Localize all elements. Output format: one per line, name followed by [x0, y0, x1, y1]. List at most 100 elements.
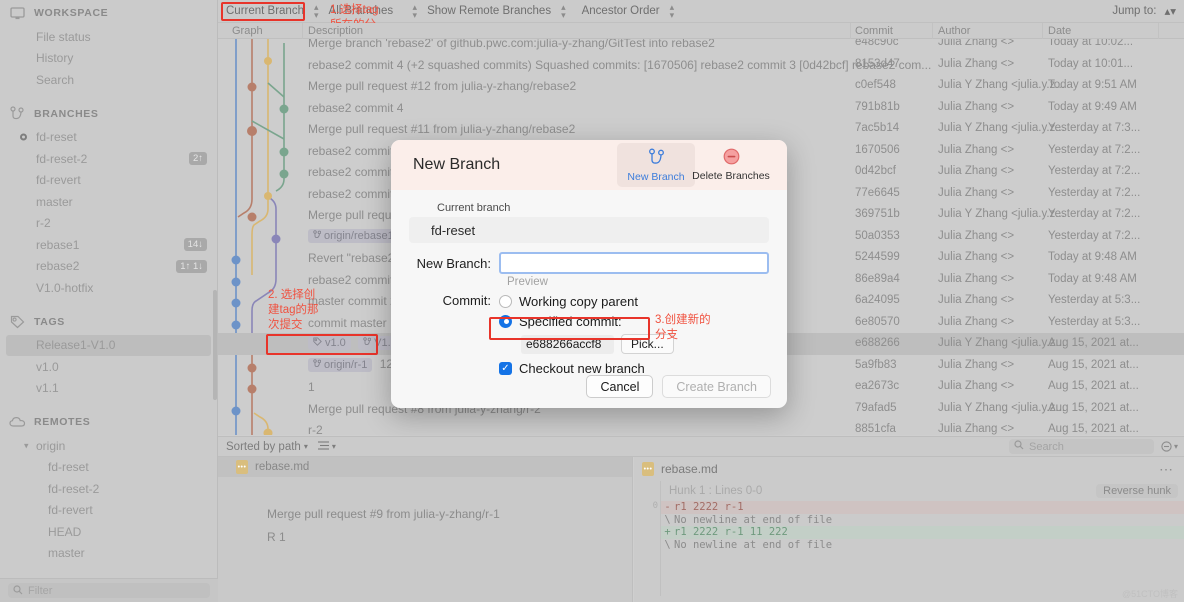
current-branch-value: fd-reset: [409, 217, 769, 243]
sidebar-item-label: v1.1: [36, 381, 59, 396]
sidebar-item-master[interactable]: master: [0, 191, 217, 213]
sidebar-item-label: master: [36, 194, 73, 209]
commit-author: Julia Zhang <>: [938, 251, 1015, 263]
sidebar-item-rebase1[interactable]: rebase1 14↓: [0, 234, 217, 256]
more-options-icon[interactable]: ⋯: [1159, 461, 1174, 478]
table-row[interactable]: rebase2 commit 4 791b81b Julia Zhang <> …: [218, 97, 1184, 119]
list-item[interactable]: ••• rebase.md: [218, 457, 632, 477]
ref-badge-tag[interactable]: v1.0: [308, 335, 351, 350]
diff-file-header: ••• rebase.md ⋯: [634, 457, 1184, 481]
commit-hash: e48c90c: [855, 39, 899, 48]
table-row[interactable]: Merge pull request #11 from julia-y-zhan…: [218, 118, 1184, 140]
column-divider[interactable]: [302, 23, 303, 39]
commit-description: commit master: [308, 316, 387, 330]
sidebar-item-origin-head[interactable]: HEAD: [0, 521, 217, 543]
table-row[interactable]: Merge pull request #12 from julia-y-zhan…: [218, 75, 1184, 97]
ref-label: origin/rebase1: [324, 229, 394, 242]
options-icon[interactable]: ▾: [1161, 441, 1178, 452]
column-header-date[interactable]: Date: [1048, 25, 1071, 37]
radio-specified-commit[interactable]: Specified commit:: [499, 311, 674, 331]
commit-hash: 6e80570: [855, 316, 900, 328]
search-input[interactable]: Search: [1008, 439, 1154, 454]
column-divider[interactable]: [850, 23, 851, 39]
table-row[interactable]: r-2 8851cfa Julia Zhang <> Aug 15, 2021 …: [218, 419, 1184, 435]
sidebar-item-v11[interactable]: v1.1: [0, 378, 217, 400]
sidebar-item-history[interactable]: History: [0, 48, 217, 70]
column-header-graph[interactable]: Graph: [232, 25, 263, 37]
tag-icon: [8, 313, 26, 331]
sidebar-item-origin-master[interactable]: master: [0, 543, 217, 565]
radio-working-copy-parent[interactable]: Working copy parent: [499, 291, 674, 311]
filter-placeholder: Filter: [28, 584, 53, 597]
column-divider[interactable]: [932, 23, 933, 39]
monitor-icon: [8, 4, 26, 22]
commit-description: rebase2 commit 4: [308, 101, 404, 115]
sidebar-item-rebase2[interactable]: rebase2 1↑ 1↓: [0, 256, 217, 278]
commit-date: Yesterday at 7:2...: [1048, 144, 1141, 156]
column-divider[interactable]: [1042, 23, 1043, 39]
create-branch-button[interactable]: Create Branch: [662, 375, 771, 398]
sidebar-item-fd-reset[interactable]: fd-reset: [0, 127, 217, 149]
markdown-file-icon: •••: [236, 460, 248, 474]
commit-date: Yesterday at 5:3...: [1048, 294, 1141, 306]
commit-date: Aug 15, 2021 at...: [1048, 337, 1139, 349]
commit-date: Yesterday at 7:2...: [1048, 165, 1141, 177]
file-list-pane[interactable]: ••• rebase.md Merge pull request #9 from…: [218, 457, 633, 602]
sidebar-item-label: fd-revert: [48, 503, 93, 518]
checkout-new-branch-row[interactable]: ✓ Checkout new branch: [499, 361, 674, 376]
sort-controls: Sorted by path ▾ ▾: [218, 441, 336, 453]
sidebar-filter-bar[interactable]: Filter: [0, 578, 218, 602]
commit-hash: 369751b: [855, 208, 900, 220]
chevron-updown-icon: ▴▾: [669, 2, 675, 20]
dropdown-current-branch[interactable]: Current Branch: [218, 1, 314, 21]
new-branch-input[interactable]: [499, 252, 769, 274]
diff-line-added: + r1 2222 r-1 11 222: [661, 526, 1184, 539]
column-divider[interactable]: [1158, 23, 1159, 39]
table-row[interactable]: rebase2 commit 4 (+2 squashed commits) S…: [218, 54, 1184, 76]
branch-icon: [313, 230, 322, 242]
commit-hash: 8153d47: [855, 58, 900, 70]
commit-author: Julia Y Zhang <julia.y.z...: [938, 402, 1065, 414]
specified-commit-input[interactable]: e688266accf8: [521, 334, 614, 354]
commit-hash: 5244599: [855, 251, 900, 263]
sidebar-item-origin-fd-revert[interactable]: fd-revert: [0, 500, 217, 522]
tab-label: New Branch: [627, 170, 685, 183]
sort-dropdown[interactable]: Sorted by path ▾: [226, 441, 308, 453]
sidebar-item-origin-fd-reset[interactable]: fd-reset: [0, 457, 217, 479]
tab-delete-branches[interactable]: Delete Branches: [683, 143, 779, 187]
filter-input-wrapper[interactable]: Filter: [8, 583, 210, 598]
sidebar-scrollbar[interactable]: [213, 290, 217, 400]
table-row[interactable]: Merge branch 'rebase2' of github.pwc.com…: [218, 39, 1184, 54]
commit-date: Yesterday at 7:3...: [1048, 122, 1141, 134]
column-header-description[interactable]: Description: [308, 25, 363, 37]
sidebar-item-v10-hotfix[interactable]: V1.0-hotfix: [0, 277, 217, 299]
jump-to-control[interactable]: Jump to: ▴▾: [1112, 4, 1184, 18]
cancel-button[interactable]: Cancel: [586, 375, 654, 398]
commit-hash: 0d42bcf: [855, 165, 896, 177]
ref-badge-branch[interactable]: origin/rebase1: [308, 228, 399, 243]
sidebar-item-file-status[interactable]: File status: [0, 26, 217, 48]
commit-author: Julia Zhang <>: [938, 39, 1015, 48]
diff-pane[interactable]: ••• rebase.md ⋯ Hunk 1 : Lines 0-0 Rever…: [634, 457, 1184, 602]
ref-badge-branch[interactable]: origin/r-1: [308, 357, 373, 372]
column-header-commit[interactable]: Commit: [855, 25, 893, 37]
new-branch-dialog[interactable]: New Branch New Branch Delete Branches Cu…: [391, 140, 787, 408]
commit-date: Yesterday at 7:2...: [1048, 230, 1141, 242]
sidebar-item-origin[interactable]: ▾ origin: [0, 435, 217, 457]
list-view-dropdown[interactable]: ▾: [317, 440, 336, 453]
sidebar-item-release1-v10[interactable]: Release1-V1.0: [6, 334, 211, 356]
commit-author: Julia Zhang <>: [938, 165, 1015, 177]
sidebar-item-v10[interactable]: v1.0: [0, 356, 217, 378]
dropdown-show-remote-branches[interactable]: Show Remote Branches ▴ ▾: [419, 1, 574, 21]
sidebar-item-search[interactable]: Search: [0, 69, 217, 91]
column-header-author[interactable]: Author: [938, 25, 970, 37]
sidebar-section-label: TAGS: [34, 315, 65, 328]
sidebar-scroll-area[interactable]: WORKSPACE File status History Search BRA…: [0, 0, 217, 578]
sidebar-item-fd-reset-2[interactable]: fd-reset-2 2↑: [0, 148, 217, 170]
sidebar-item-r-2[interactable]: r-2: [0, 213, 217, 235]
dropdown-ancestor-order[interactable]: Ancestor Order ▴ ▾: [574, 1, 683, 21]
reverse-hunk-button[interactable]: Reverse hunk: [1096, 484, 1178, 498]
sidebar-item-fd-revert[interactable]: fd-revert: [0, 170, 217, 192]
hunk-label: Hunk 1 : Lines 0-0: [669, 485, 763, 497]
sidebar-item-origin-fd-reset-2[interactable]: fd-reset-2: [0, 478, 217, 500]
